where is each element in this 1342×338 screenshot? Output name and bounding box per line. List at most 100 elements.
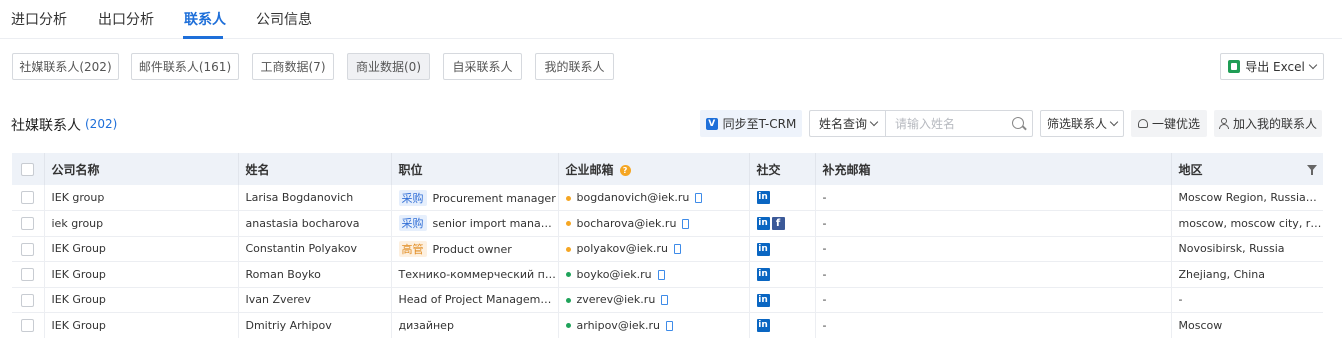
select-all-checkbox[interactable] xyxy=(21,163,34,176)
copy-icon[interactable] xyxy=(682,218,690,229)
help-icon[interactable]: ? xyxy=(619,164,631,176)
company-cell: IEK Group xyxy=(43,312,238,338)
filter-my-contacts[interactable]: 我的联系人 xyxy=(535,53,614,80)
search-icon[interactable] xyxy=(1012,117,1024,129)
add-user-icon xyxy=(1218,118,1229,129)
table-row[interactable]: IEK Group Roman Boyko Технико-коммерческ… xyxy=(12,261,1323,288)
filter-commercial-data[interactable]: 商业数据(0) xyxy=(347,53,430,80)
name-cell: Constantin Polyakov xyxy=(237,236,391,262)
tab-export-analysis[interactable]: 出口分析 xyxy=(98,9,154,29)
sync-tcrm-button[interactable]: V 同步至T-CRM xyxy=(700,110,802,137)
linkedin-icon[interactable]: in xyxy=(756,191,770,205)
copy-icon[interactable] xyxy=(695,193,703,203)
email-cell: bocharova@iek.ru xyxy=(557,210,749,237)
col-extra-email: 补充邮箱 xyxy=(814,153,1171,185)
extra-email-cell: - xyxy=(814,236,1171,262)
row-checkbox[interactable] xyxy=(21,319,34,332)
copy-icon[interactable] xyxy=(657,269,665,280)
excel-icon xyxy=(1228,60,1241,73)
company-cell: IEK Group xyxy=(43,261,238,288)
position-text: Procurement manager xyxy=(432,191,556,205)
email-text: zverev@iek.ru xyxy=(576,293,656,307)
name-cell: Dmitriy Arhipov xyxy=(237,312,391,338)
extra-email-cell: - xyxy=(814,185,1171,211)
region-cell: Zhejiang, China xyxy=(1170,261,1323,288)
col-name: 姓名 xyxy=(237,153,391,185)
company-cell: IEK Group xyxy=(43,287,238,313)
social-cell: in xyxy=(748,312,815,338)
table-row[interactable]: IEK Group Constantin Polyakov 高管 Product … xyxy=(12,236,1323,262)
one-click-select-button[interactable]: 一键优选 xyxy=(1131,110,1207,137)
col-region: 地区 xyxy=(1170,153,1323,185)
table-row[interactable]: IEK Group Ivan Zverev Head of Project Ma… xyxy=(12,287,1323,313)
name-query-select[interactable]: 姓名查询 xyxy=(809,110,886,137)
email-status-dot xyxy=(565,246,571,252)
position-cell: Head of Project Management ... xyxy=(390,287,558,313)
row-checkbox[interactable] xyxy=(21,191,34,205)
tab-contacts[interactable]: 联系人 xyxy=(184,9,226,29)
export-label: 导出 Excel xyxy=(1245,60,1305,74)
position-text: senior import manager xyxy=(432,217,559,231)
chevron-down-icon xyxy=(1308,60,1318,69)
facebook-icon[interactable]: f xyxy=(771,217,785,230)
filter-self-collected[interactable]: 自采联系人 xyxy=(443,53,522,80)
copy-icon[interactable] xyxy=(673,244,681,255)
extra-email-cell: - xyxy=(814,287,1171,313)
region-cell: Novosibirsk, Russia xyxy=(1170,236,1323,262)
tab-company-info[interactable]: 公司信息 xyxy=(256,9,312,29)
email-status-dot xyxy=(565,272,571,278)
row-checkbox[interactable] xyxy=(21,293,34,307)
tab-import-analysis[interactable]: 进口分析 xyxy=(11,9,67,29)
filter-business-registry[interactable]: 工商数据(7) xyxy=(252,53,334,80)
role-tag: 高管 xyxy=(398,240,427,257)
filter-email-contacts[interactable]: 邮件联系人(161) xyxy=(131,53,239,80)
extra-email-cell: - xyxy=(814,210,1171,237)
table-row[interactable]: IEK Group Dmitriy Arhipov дизайнер arhip… xyxy=(12,312,1323,338)
top-tabs: 进口分析 出口分析 联系人 公司信息 xyxy=(0,0,1342,39)
linkedin-icon[interactable]: in xyxy=(756,217,770,230)
section-count: (202) xyxy=(85,117,118,131)
linkedin-icon[interactable]: in xyxy=(756,319,770,332)
name-cell: Roman Boyko xyxy=(237,261,391,288)
email-text: bocharova@iek.ru xyxy=(576,216,677,230)
add-my-contacts-button[interactable]: 加入我的联系人 xyxy=(1214,110,1322,137)
role-tag: 采购 xyxy=(398,189,427,206)
social-cell: in f xyxy=(748,210,815,237)
active-tab-indicator xyxy=(183,36,223,39)
copy-icon[interactable] xyxy=(666,320,674,331)
filter-social-contacts[interactable]: 社媒联系人(202) xyxy=(12,53,119,80)
row-checkbox[interactable] xyxy=(21,242,34,256)
row-checkbox[interactable] xyxy=(21,268,34,281)
row-checkbox[interactable] xyxy=(21,217,34,230)
position-text: Технико-коммерческий пре... xyxy=(398,267,559,281)
table-row[interactable]: IEK group Larisa Bogdanovich 采购 Procureme… xyxy=(12,185,1323,211)
email-cell: arhipov@iek.ru xyxy=(557,312,749,338)
position-cell: Технико-коммерческий пре... xyxy=(390,261,559,288)
linkedin-icon[interactable]: in xyxy=(756,293,770,307)
chevron-down-icon xyxy=(1109,117,1119,126)
col-company: 公司名称 xyxy=(43,153,238,185)
email-text: arhipov@iek.ru xyxy=(576,318,661,332)
social-cell: in xyxy=(748,185,815,211)
contacts-table: 公司名称 姓名 职位 企业邮箱? 社交 补充邮箱 地区 IEK group La… xyxy=(12,153,1323,338)
email-cell: boyko@iek.ru xyxy=(557,261,749,288)
email-cell: bogdanovich@iek.ru xyxy=(557,185,749,211)
region-cell: Moscow xyxy=(1170,312,1323,338)
filter-funnel-icon[interactable] xyxy=(1307,165,1317,175)
sync-label: 同步至T-CRM xyxy=(722,117,797,131)
name-search-input[interactable] xyxy=(886,111,1006,136)
select-all-cell xyxy=(12,153,44,185)
linkedin-icon[interactable]: in xyxy=(756,242,770,256)
position-cell: 采购 Procurement manager xyxy=(390,185,558,211)
linkedin-icon[interactable]: in xyxy=(756,268,770,281)
copy-icon[interactable] xyxy=(661,295,669,306)
company-cell: IEK group xyxy=(43,185,238,211)
table-row[interactable]: iek group anastasia bocharova 采购 senior i… xyxy=(12,210,1323,237)
col-social: 社交 xyxy=(748,153,815,185)
company-cell: IEK Group xyxy=(43,236,238,262)
filter-contacts-dropdown[interactable]: 筛选联系人 xyxy=(1040,110,1124,137)
company-cell: iek group xyxy=(43,210,238,237)
name-query-label: 姓名查询 xyxy=(818,117,867,131)
export-excel-button[interactable]: 导出 Excel xyxy=(1220,53,1324,80)
tcrm-icon: V xyxy=(705,117,718,130)
